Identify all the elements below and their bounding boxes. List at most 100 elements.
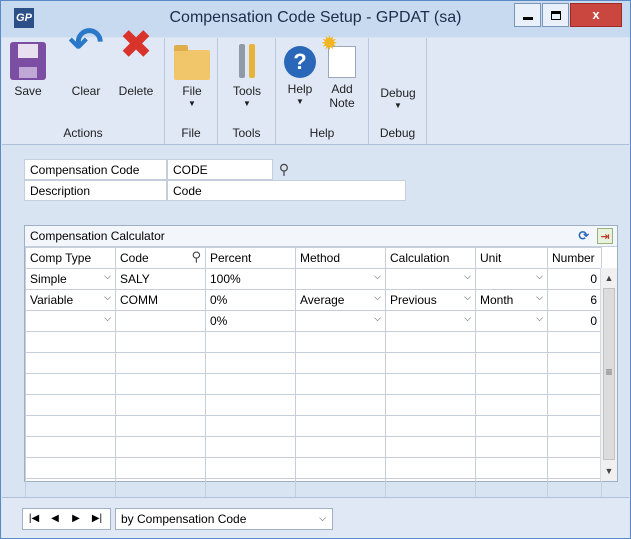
empty-cell[interactable] [295,352,386,374]
column-header-number[interactable]: Number [547,247,602,269]
last-record-icon[interactable]: ▶| [88,509,106,529]
column-header-code[interactable]: Code ⚲ [115,247,206,269]
chevron-down-icon[interactable]: ⌵ [104,271,111,282]
empty-cell[interactable] [295,373,386,395]
sort-by-dropdown[interactable]: by Compensation Code ⌵ [115,508,333,530]
empty-cell[interactable] [475,394,548,416]
table-row[interactable]: ⌵ 0% ⌵ ⌵ ⌵ 0 [25,310,602,332]
empty-cell[interactable] [385,436,476,458]
table-row[interactable] [25,457,602,479]
calculation-cell[interactable]: ⌵ [385,310,476,332]
compensation-code-field[interactable]: CODE [167,159,273,180]
close-button[interactable]: x [570,3,622,27]
column-header-percent[interactable]: Percent [205,247,296,269]
help-menu-button[interactable]: ? Help ▼ [282,42,318,107]
table-row[interactable] [25,436,602,458]
table-row[interactable] [25,373,602,395]
column-header-unit[interactable]: Unit [475,247,548,269]
empty-cell[interactable] [25,352,116,374]
empty-cell[interactable] [385,394,476,416]
empty-cell[interactable] [475,457,548,479]
empty-cell[interactable] [25,415,116,437]
chevron-down-icon[interactable]: ⌵ [464,271,471,282]
table-row[interactable] [25,331,602,353]
empty-cell[interactable] [205,436,296,458]
empty-cell[interactable] [385,352,476,374]
table-row[interactable]: Simple ⌵ SALY 100% ⌵ ⌵ ⌵ 0 [25,268,602,290]
empty-cell[interactable] [25,394,116,416]
empty-cell[interactable] [115,331,206,353]
tools-menu-button[interactable]: Tools ▼ [227,42,267,109]
column-header-calculation[interactable]: Calculation [385,247,476,269]
empty-cell[interactable] [475,415,548,437]
delete-button[interactable]: Delete [114,38,158,98]
calculation-cell[interactable]: Previous ⌵ [385,289,476,311]
empty-cell[interactable] [295,331,386,353]
empty-cell[interactable] [295,415,386,437]
empty-cell[interactable] [205,394,296,416]
empty-cell[interactable] [295,436,386,458]
empty-cell[interactable] [115,352,206,374]
file-menu-button[interactable]: File ▼ [172,42,212,109]
number-cell[interactable]: 0 [547,310,602,332]
unit-cell[interactable]: Month ⌵ [475,289,548,311]
empty-cell[interactable] [205,331,296,353]
empty-cell[interactable] [115,457,206,479]
empty-cell[interactable] [295,457,386,479]
method-cell[interactable]: ⌵ [295,268,386,290]
empty-cell[interactable] [475,373,548,395]
chevron-down-icon[interactable]: ⌵ [464,313,471,324]
empty-cell[interactable] [205,373,296,395]
table-row[interactable] [25,394,602,416]
method-cell[interactable]: Average ⌵ [295,289,386,311]
comp-type-cell[interactable]: Variable ⌵ [25,289,116,311]
scroll-up-icon[interactable]: ▲ [601,270,617,286]
empty-cell[interactable] [115,415,206,437]
maximize-button[interactable] [542,3,569,27]
column-header-method[interactable]: Method [295,247,386,269]
empty-cell[interactable] [547,394,602,416]
number-cell[interactable]: 0 [547,268,602,290]
empty-cell[interactable] [25,457,116,479]
method-cell[interactable]: ⌵ [295,310,386,332]
empty-cell[interactable] [547,331,602,353]
empty-cell[interactable] [115,394,206,416]
calculation-cell[interactable]: ⌵ [385,268,476,290]
scroll-thumb[interactable] [603,288,615,460]
empty-cell[interactable] [547,415,602,437]
percent-cell[interactable]: 100% [205,268,296,290]
table-row[interactable] [25,352,602,374]
code-cell[interactable]: COMM [115,289,206,311]
empty-cell[interactable] [475,352,548,374]
lookup-icon[interactable]: ⚲ [191,249,201,265]
description-field[interactable]: Code [167,180,406,201]
lookup-icon[interactable]: ⚲ [274,159,294,180]
empty-cell[interactable] [547,352,602,374]
vertical-scrollbar[interactable]: ▲ ▼ [600,268,617,481]
scroll-down-icon[interactable]: ▼ [601,463,617,479]
unit-cell[interactable]: ⌵ [475,268,548,290]
empty-cell[interactable] [25,331,116,353]
empty-cell[interactable] [205,352,296,374]
unit-cell[interactable]: ⌵ [475,310,548,332]
debug-menu-button[interactable]: Debug ▼ [375,86,421,111]
refresh-icon[interactable]: ⟳ [576,228,592,244]
code-cell[interactable]: SALY [115,268,206,290]
empty-cell[interactable] [385,373,476,395]
empty-cell[interactable] [547,457,602,479]
empty-cell[interactable] [115,373,206,395]
comp-type-cell[interactable]: Simple ⌵ [25,268,116,290]
table-row[interactable] [25,415,602,437]
percent-cell[interactable]: 0% [205,289,296,311]
empty-cell[interactable] [385,415,476,437]
table-row[interactable]: Variable ⌵ COMM 0% Average ⌵ Previous ⌵ Month ⌵ 6 [25,289,602,311]
empty-cell[interactable] [205,457,296,479]
empty-cell[interactable] [205,415,296,437]
comp-type-cell[interactable]: ⌵ [25,310,116,332]
save-button[interactable]: Save [8,42,48,98]
empty-cell[interactable] [475,331,548,353]
percent-cell[interactable]: 0% [205,310,296,332]
code-cell[interactable] [115,310,206,332]
chevron-down-icon[interactable]: ⌵ [536,313,543,324]
empty-cell[interactable] [385,331,476,353]
